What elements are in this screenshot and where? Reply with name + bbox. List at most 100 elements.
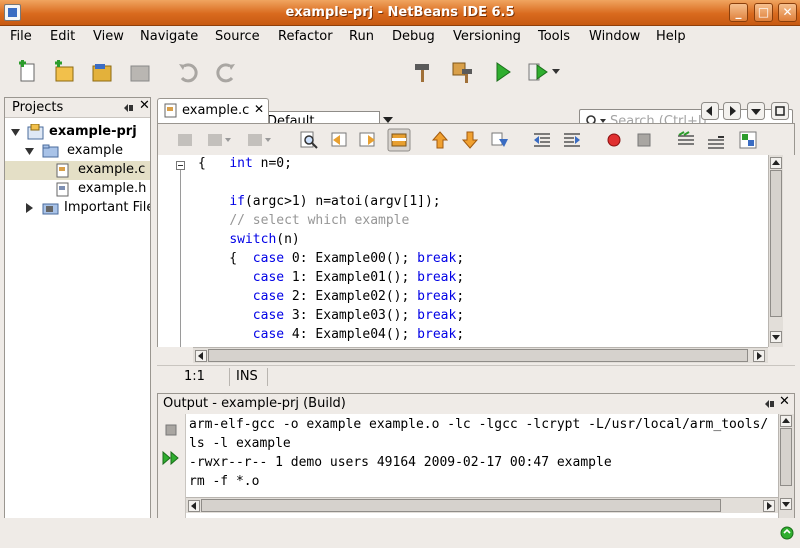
menu-view[interactable]: View (93, 29, 124, 44)
menu-debug[interactable]: Debug (392, 29, 435, 44)
build-hammer-icon[interactable] (412, 60, 436, 84)
run-icon[interactable] (490, 60, 514, 84)
output-scroll-thumb[interactable] (780, 428, 792, 486)
code-token: ; (456, 289, 465, 304)
tree-collapsed-icon[interactable] (25, 203, 34, 213)
horizontal-scrollbar[interactable] (193, 347, 768, 363)
tree-item-file[interactable]: example.h (5, 180, 150, 199)
next-bookmark-icon[interactable] (460, 130, 480, 150)
tree-label: example-prj (49, 124, 137, 139)
code-token: { (198, 156, 230, 171)
toggle-bookmark-icon[interactable] (490, 130, 510, 150)
scroll-right-icon[interactable] (753, 350, 765, 362)
tree-item-important-files[interactable]: Important Files (9, 199, 150, 218)
menu-edit[interactable]: Edit (50, 29, 75, 44)
diff-icon[interactable] (738, 130, 758, 150)
uncomment-icon[interactable] (706, 130, 726, 150)
scroll-down-icon[interactable] (780, 498, 792, 510)
stop-build-icon[interactable] (165, 424, 177, 436)
document-list-icon[interactable] (747, 102, 765, 120)
comment-icon[interactable] (676, 130, 696, 150)
new-project-icon[interactable] (52, 60, 76, 84)
output-line: -rwxr--r-- 1 demo users 49164 2009-02-17… (189, 455, 612, 470)
toggle-highlight-search-icon[interactable] (387, 128, 411, 152)
code-token: case (252, 251, 285, 266)
find-next-icon[interactable] (358, 130, 378, 150)
redo-icon[interactable] (214, 60, 238, 84)
previous-bookmark-icon[interactable] (430, 130, 450, 150)
rerun-build-icon[interactable] (162, 450, 180, 466)
menu-file[interactable]: File (10, 29, 32, 44)
new-file-icon[interactable] (16, 60, 40, 84)
close-tab-icon[interactable]: ✕ (254, 102, 264, 116)
output-panel: Output - example-prj (Build) ✕ arm-elf-g… (157, 393, 795, 538)
status-bar (0, 518, 800, 548)
code-line: case 3: Example03(); break; (198, 308, 464, 327)
horizontal-scroll-thumb[interactable] (208, 349, 748, 362)
code-token: break (417, 327, 457, 342)
minimize-panel-icon[interactable] (123, 103, 134, 113)
scroll-down-icon[interactable] (770, 331, 782, 343)
projects-panel: Projects ✕ example-prj example example.c… (4, 97, 151, 538)
menu-help[interactable]: Help (656, 29, 686, 44)
clean-build-icon[interactable] (450, 60, 474, 84)
scroll-up-icon[interactable] (770, 157, 782, 169)
menu-window[interactable]: Window (589, 29, 640, 44)
code-token: break (417, 289, 457, 304)
menu-versioning[interactable]: Versioning (453, 29, 521, 44)
vertical-scrollbar[interactable] (768, 155, 783, 347)
last-edit-icon[interactable] (246, 131, 272, 149)
scroll-right-icon[interactable] (763, 500, 775, 512)
editor-toolbar (157, 123, 795, 155)
menu-source[interactable]: Source (215, 29, 260, 44)
close-button[interactable]: ✕ (778, 3, 797, 22)
tab-example-c[interactable]: example.c ✕ (157, 98, 269, 123)
menu-navigate[interactable]: Navigate (140, 29, 198, 44)
debug-icon[interactable] (526, 60, 550, 84)
menu-tools[interactable]: Tools (538, 29, 570, 44)
fold-collapse-icon[interactable] (176, 161, 185, 170)
important-files-icon (42, 203, 59, 215)
output-horizontal-scrollbar[interactable] (186, 497, 778, 513)
output-horizontal-thumb[interactable] (201, 499, 721, 512)
undo-icon[interactable] (176, 60, 200, 84)
vertical-scroll-thumb[interactable] (770, 170, 782, 317)
close-project-icon[interactable] (128, 60, 152, 84)
shift-line-left-icon[interactable] (532, 130, 552, 150)
forward-location-icon[interactable] (206, 131, 232, 149)
back-location-icon[interactable] (176, 131, 194, 149)
update-notification-icon[interactable] (780, 526, 796, 542)
scroll-left-icon[interactable] (188, 500, 200, 512)
scroll-up-icon[interactable] (780, 415, 792, 427)
scroll-left-icon[interactable] (195, 350, 207, 362)
tree-label: example.h (78, 181, 147, 196)
tree-expanded-icon[interactable] (25, 147, 34, 156)
find-icon[interactable] (299, 130, 319, 150)
close-panel-icon[interactable]: ✕ (139, 98, 150, 113)
code-token: case (252, 289, 285, 304)
menu-refactor[interactable]: Refactor (278, 29, 333, 44)
tree-item-folder[interactable]: example (9, 142, 149, 161)
code-token: ; (456, 308, 465, 323)
open-project-icon[interactable] (90, 60, 114, 84)
tree-item-project[interactable]: example-prj (9, 123, 149, 142)
code-editor[interactable]: { int n=0; if(argc>1) n=atoi(argv[1]); /… (157, 155, 768, 347)
menu-run[interactable]: Run (349, 29, 374, 44)
start-macro-icon[interactable] (606, 132, 622, 148)
close-panel-icon[interactable]: ✕ (779, 394, 790, 409)
code-token: (n) (276, 232, 300, 247)
code-token: case (252, 308, 285, 323)
minimize-button[interactable]: _ (729, 3, 748, 22)
tree-item-file-selected[interactable]: example.c (5, 161, 150, 180)
scroll-tabs-right-icon[interactable] (723, 102, 741, 120)
maximize-button[interactable]: □ (754, 3, 773, 22)
scroll-tabs-left-icon[interactable] (701, 102, 719, 120)
minimize-panel-icon[interactable] (764, 399, 775, 409)
tree-label: Important Files (64, 200, 150, 215)
stop-macro-icon[interactable] (636, 132, 652, 148)
debug-dropdown-icon[interactable] (552, 68, 560, 76)
find-previous-icon[interactable] (330, 130, 350, 150)
shift-line-right-icon[interactable] (562, 130, 582, 150)
tree-expanded-icon[interactable] (11, 128, 20, 137)
maximize-editor-icon[interactable] (771, 102, 789, 120)
